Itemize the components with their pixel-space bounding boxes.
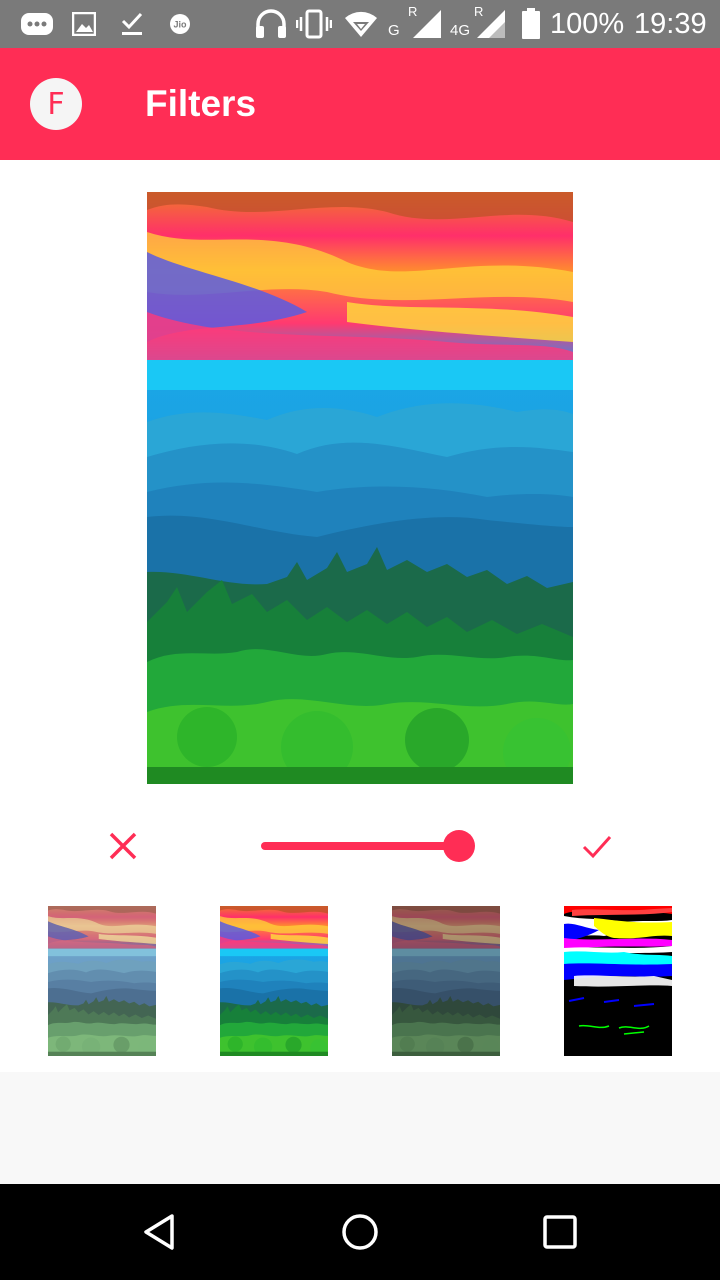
chat-bubble-icon xyxy=(20,8,54,40)
close-icon xyxy=(109,832,137,860)
cancel-button[interactable] xyxy=(102,825,144,867)
clock-time: 19:39 xyxy=(634,8,707,40)
slider-track[interactable] xyxy=(261,842,459,850)
signal-icon-2 xyxy=(476,8,506,40)
page-title: Filters xyxy=(145,83,257,124)
intensity-slider[interactable] xyxy=(261,826,475,866)
recents-icon xyxy=(543,1215,577,1249)
app-bar: F Filters xyxy=(0,48,720,160)
app-logo-letter: F xyxy=(47,86,65,122)
slider-thumb[interactable] xyxy=(443,830,475,862)
home-button[interactable] xyxy=(338,1210,382,1254)
app-logo: F xyxy=(30,78,82,130)
battery-percent: 100% xyxy=(550,8,625,40)
confirm-button[interactable] xyxy=(576,825,618,867)
download-done-icon xyxy=(120,8,144,40)
network-g-label: G xyxy=(388,22,400,39)
filter-thumbnail-posterize[interactable] xyxy=(564,906,672,1056)
filter-thumbnail-original[interactable] xyxy=(48,906,156,1056)
home-icon xyxy=(342,1214,378,1250)
gallery-icon xyxy=(72,8,96,40)
system-nav-bar xyxy=(0,1184,720,1280)
jio-icon: Jio xyxy=(168,8,192,40)
battery-icon xyxy=(520,8,542,40)
vibrate-icon xyxy=(296,8,332,40)
check-icon xyxy=(582,835,612,859)
bottom-spacer xyxy=(0,1072,720,1184)
headset-icon xyxy=(254,8,288,40)
network-4g-label: 4G xyxy=(450,22,471,39)
back-icon xyxy=(144,1214,174,1250)
status-bar: Jio G R 4G R 100% 19:39 xyxy=(0,0,720,48)
recents-button[interactable] xyxy=(538,1210,582,1254)
preview-image xyxy=(147,192,573,784)
signal-icon xyxy=(412,8,442,40)
filter-thumbnail-saturated[interactable] xyxy=(220,906,328,1056)
svg-text:Jio: Jio xyxy=(173,20,187,30)
wifi-icon xyxy=(344,8,378,40)
back-button[interactable] xyxy=(138,1210,182,1254)
filter-thumbnail-dark[interactable] xyxy=(392,906,500,1056)
